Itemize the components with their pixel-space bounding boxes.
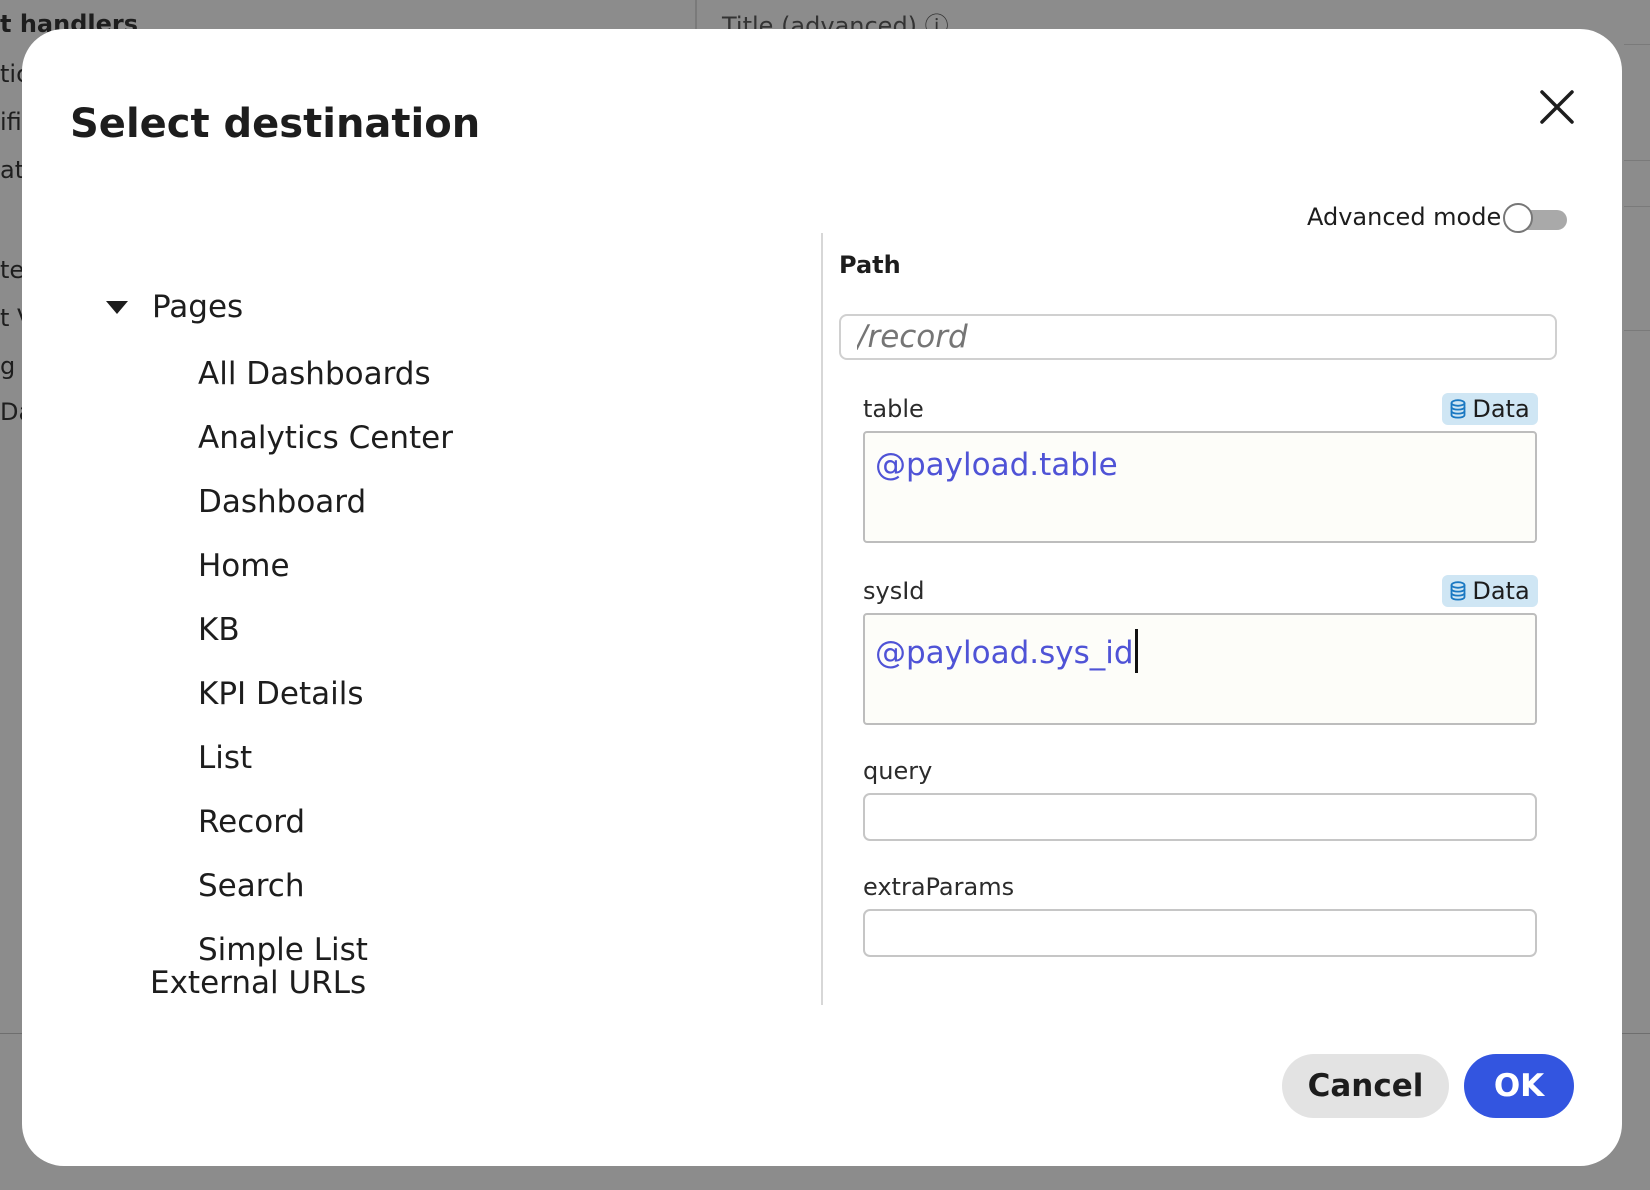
- background-divider: [695, 0, 697, 30]
- tree-group-pages[interactable]: Pages: [106, 289, 243, 325]
- toggle-thumb: [1503, 203, 1533, 233]
- param-sysid-value: @payload.sys_id: [875, 635, 1134, 671]
- param-extraparams-label: extraParams: [863, 873, 1015, 901]
- advanced-mode-label: Advanced mode: [1307, 203, 1502, 231]
- param-sysid-text: @payload.sys_id: [875, 629, 1138, 673]
- data-binding-badge[interactable]: Data: [1442, 575, 1538, 607]
- param-sysid-editor[interactable]: @payload.sys_id: [863, 613, 1537, 725]
- database-icon: [1450, 399, 1466, 419]
- tree-group-partial[interactable]: External URLs: [150, 965, 366, 1001]
- param-extraparams-input[interactable]: [863, 909, 1537, 957]
- param-sysid-label: sysId: [863, 577, 925, 605]
- path-input[interactable]: [839, 314, 1557, 360]
- data-badge-label: Data: [1472, 395, 1530, 423]
- background-fragment: at: [0, 156, 25, 184]
- background-fragment: ifi: [0, 108, 22, 136]
- tree-item[interactable]: Record: [198, 804, 305, 840]
- tree-group-label: Pages: [152, 289, 244, 325]
- text-cursor: [1134, 629, 1138, 673]
- param-table-editor[interactable]: @payload.table: [863, 431, 1537, 543]
- tree-item[interactable]: Home: [198, 548, 290, 584]
- close-button[interactable]: [1529, 79, 1585, 135]
- background-line: [1624, 160, 1650, 161]
- ok-button[interactable]: OK: [1464, 1054, 1574, 1118]
- background-line: [1624, 330, 1650, 331]
- cancel-button[interactable]: Cancel: [1282, 1054, 1449, 1118]
- param-query-input[interactable]: [863, 793, 1537, 841]
- tree-item[interactable]: KPI Details: [198, 676, 364, 712]
- background-fragment: te: [0, 256, 25, 284]
- param-table-value: @payload.table: [875, 447, 1118, 483]
- tree-item[interactable]: Analytics Center: [198, 420, 453, 456]
- tree-item[interactable]: Simple List: [198, 932, 368, 968]
- advanced-mode-toggle[interactable]: [1503, 203, 1569, 235]
- database-icon: [1450, 581, 1466, 601]
- param-table-label: table: [863, 395, 924, 423]
- panel-divider: [821, 233, 823, 1005]
- background-fragment: g: [0, 352, 16, 380]
- dialog-title: Select destination: [70, 101, 481, 147]
- tree-item[interactable]: Dashboard: [198, 484, 366, 520]
- data-binding-badge[interactable]: Data: [1442, 393, 1538, 425]
- tree-item[interactable]: Search: [198, 868, 305, 904]
- tree-item[interactable]: List: [198, 740, 252, 776]
- data-badge-label: Data: [1472, 577, 1530, 605]
- background-line: [1624, 44, 1650, 45]
- background-line: [1624, 206, 1650, 207]
- param-query-label: query: [863, 757, 933, 785]
- select-destination-dialog: Select destination Pages All Dashboards …: [22, 29, 1622, 1166]
- caret-down-icon: [106, 300, 128, 314]
- tree-item[interactable]: All Dashboards: [198, 356, 431, 392]
- close-icon: [1540, 90, 1574, 124]
- tree-item[interactable]: KB: [198, 612, 240, 648]
- path-label: Path: [839, 251, 901, 279]
- destination-tree: Pages All Dashboards Analytics Center Da…: [22, 259, 812, 1005]
